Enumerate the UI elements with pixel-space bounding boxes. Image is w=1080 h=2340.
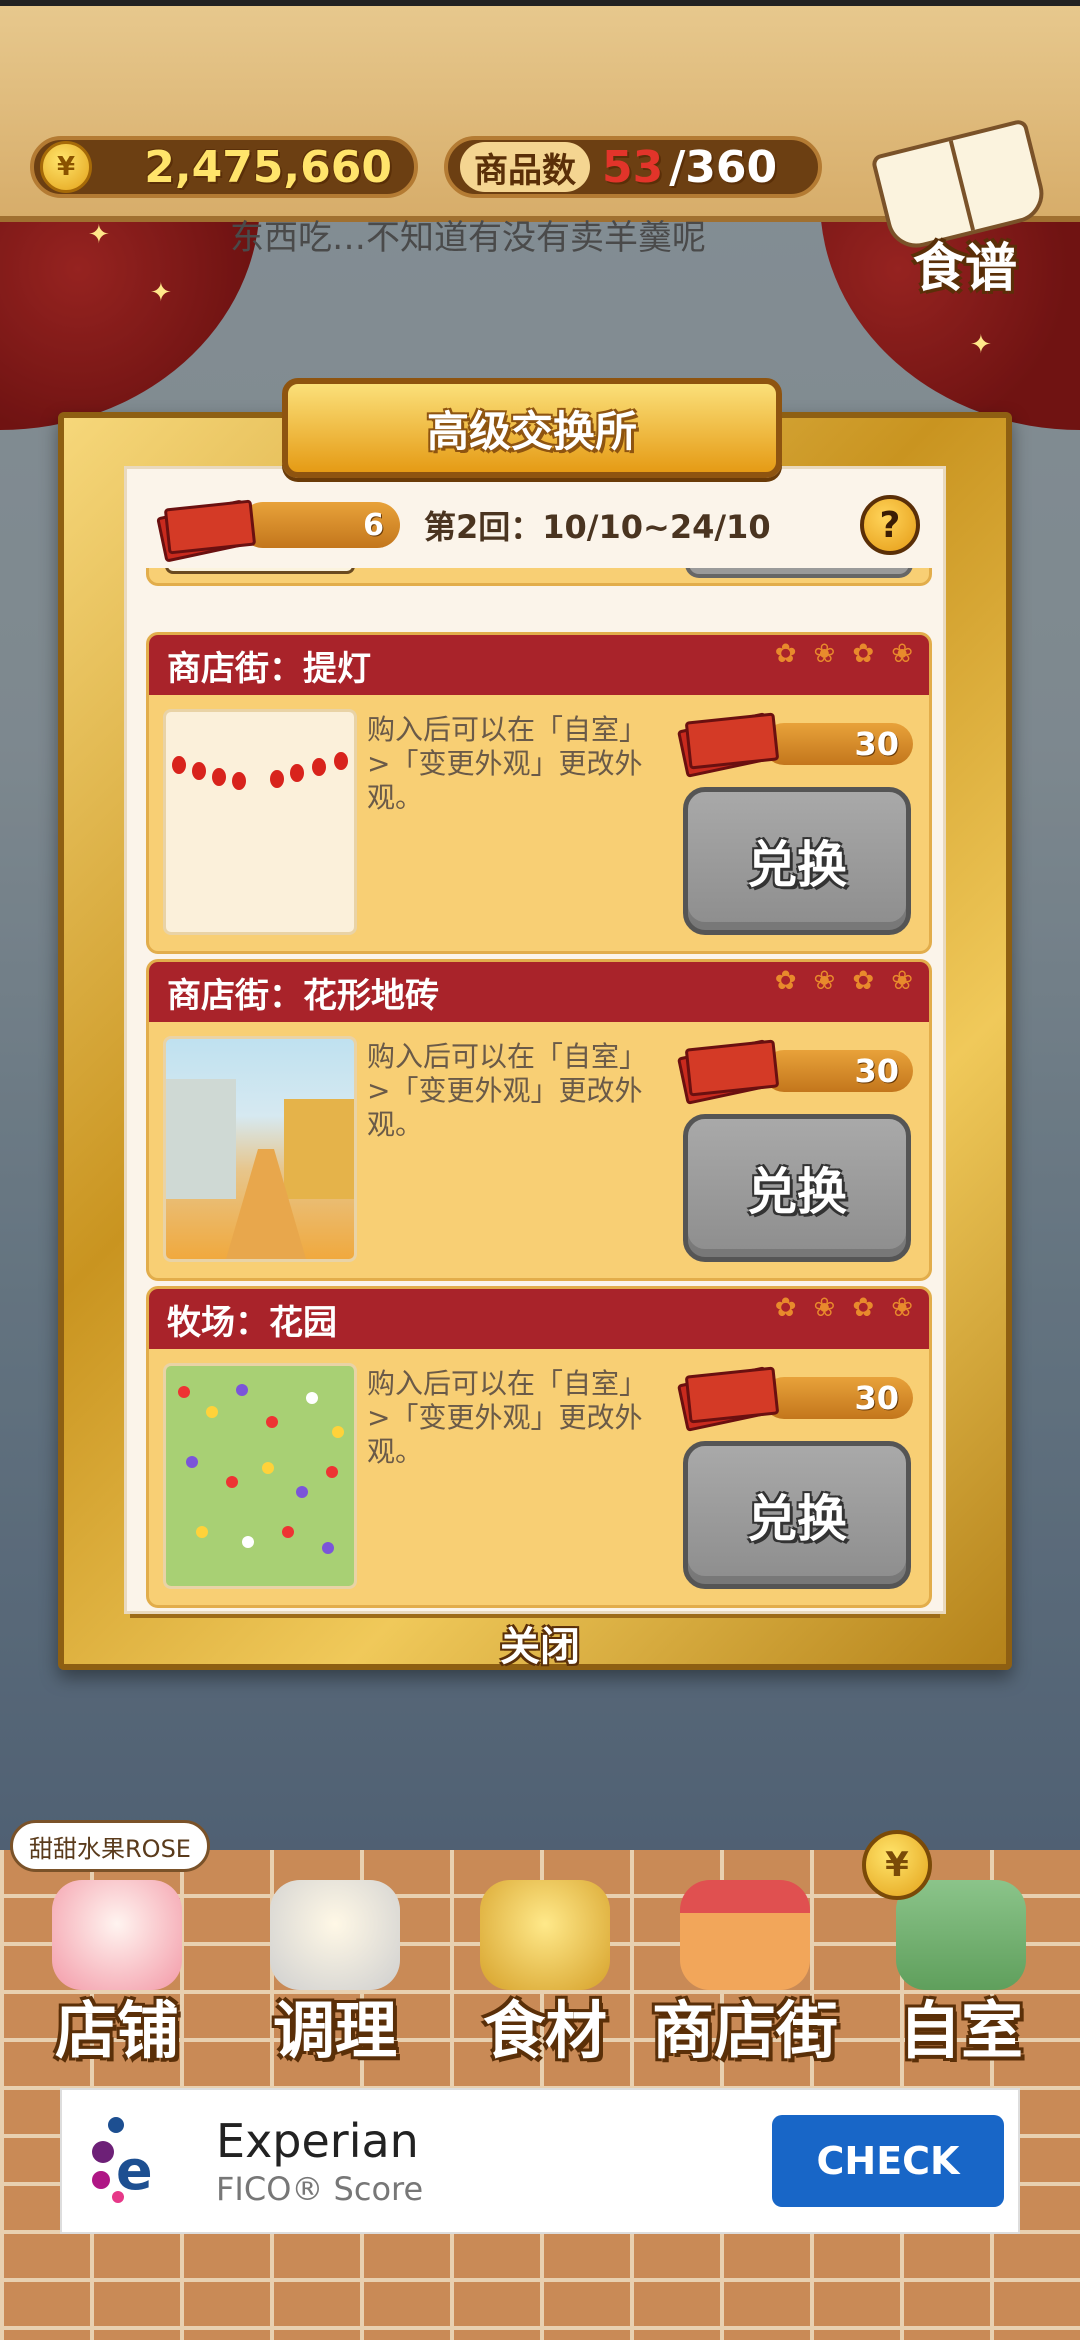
list-item-partial: [146, 568, 932, 586]
close-button[interactable]: 关闭: [460, 1614, 620, 1670]
sparkle-icon: ✦: [150, 278, 172, 308]
item-image: [165, 568, 355, 574]
nav-label: 商店街: [651, 1994, 838, 2067]
goods-counter: 商品数 53 /360: [444, 136, 822, 198]
nav-cooking[interactable]: 调理: [230, 1880, 440, 2070]
item-title: 牧场：花园: [167, 1302, 337, 1343]
exchange-info-row: 6 第2回：10/10~24/10 ?: [160, 490, 920, 560]
price-value: 30: [763, 1050, 913, 1092]
garden-image: [163, 1363, 357, 1589]
storefront-icon: [680, 1880, 810, 1990]
nav-shopping-street[interactable]: 商店街: [640, 1880, 850, 2070]
item-description: 购入后可以在「自室」>「变更外观」更改外观。: [367, 1367, 648, 1468]
ticket-icon: [681, 1038, 771, 1094]
exchange-item-list[interactable]: 商店街：提灯 ✿ ❀ ✿ ❀ 购入后可以在「自室」>「变更外观」更改外观。 30…: [146, 568, 932, 1608]
recipe-button[interactable]: 食谱: [870, 118, 1060, 299]
lantern-image: [163, 709, 357, 935]
item-title-bar: 商店街：花形地砖 ✿ ❀ ✿ ❀: [149, 962, 929, 1022]
price-value: 30: [763, 1377, 913, 1419]
sparkle-icon: ✦: [970, 330, 992, 360]
goods-count: 53: [602, 141, 664, 193]
price-value: 30: [763, 723, 913, 765]
tickets-owned: 6: [240, 502, 400, 548]
lantern-string-icon: [166, 752, 354, 792]
coin-counter: ¥ 2,475,660: [30, 136, 418, 198]
round-period: 第2回：10/10~24/10: [424, 508, 771, 546]
nav-label: 自室: [898, 1994, 1023, 2067]
sparkle-icon: ✦: [88, 220, 110, 250]
item-description: 购入后可以在「自室」>「变更外观」更改外观。: [367, 1040, 648, 1141]
ticket-icon: [681, 711, 771, 767]
yen-coin-icon: ¥: [40, 141, 92, 193]
staff-door-icon: [896, 1880, 1026, 1990]
rose-decoration-icon: ✿ ❀ ✿ ❀: [774, 966, 917, 996]
item-price: 30: [681, 1373, 913, 1419]
recipe-label: 食谱: [912, 239, 1017, 299]
ad-cta-button[interactable]: CHECK: [772, 2115, 1004, 2207]
exchange-button[interactable]: 兑换: [683, 1441, 911, 1589]
item-price: 30: [681, 1046, 913, 1092]
ad-text: Experian FICO® Score: [216, 2114, 423, 2208]
rose-decoration-icon: ✿ ❀ ✿ ❀: [774, 639, 917, 669]
nav-label: 调理: [272, 1994, 397, 2067]
item-title: 商店街：提灯: [167, 648, 371, 689]
rose-decoration-icon: ✿ ❀ ✿ ❀: [774, 1293, 917, 1323]
item-title: 商店街：花形地砖: [167, 975, 439, 1016]
flour-bag-icon: [480, 1880, 610, 1990]
exchange-button[interactable]: 兑换: [683, 1114, 911, 1262]
experian-logo-icon: e: [86, 2111, 186, 2211]
item-price: 30: [681, 719, 913, 765]
coin-value: 2,475,660: [144, 141, 392, 193]
ticket-icon: [160, 500, 250, 550]
ad-subtitle: FICO® Score: [216, 2170, 424, 2208]
goods-total: /360: [669, 141, 778, 193]
list-item: 牧场：花园 ✿ ❀ ✿ ❀ 购入后可以在「自室」>「变更外观」更改外观。 30 …: [146, 1286, 932, 1608]
nav-my-room[interactable]: 自室: [856, 1880, 1066, 2070]
exchange-button[interactable]: [685, 568, 913, 578]
ad-title: Experian: [216, 2114, 419, 2168]
modal-title-banner: 高级交换所: [282, 378, 782, 478]
shop-name-badge: 甜甜水果ROSE: [10, 1820, 210, 1872]
cake-icon: [52, 1880, 182, 1990]
nav-label: 店铺: [54, 1994, 179, 2067]
scrolling-message: 东西吃…不知道有没有卖羊羹呢: [230, 218, 706, 258]
list-item: 商店街：提灯 ✿ ❀ ✿ ❀ 购入后可以在「自室」>「变更外观」更改外观。 30…: [146, 632, 932, 954]
street-image: [163, 1036, 357, 1262]
item-description: 购入后可以在「自室」>「变更外观」更改外观。: [367, 713, 648, 814]
yen-coin-icon: ¥: [862, 1830, 932, 1900]
ad-banner[interactable]: e Experian FICO® Score CHECK: [60, 2088, 1020, 2234]
nav-ingredients[interactable]: 食材: [440, 1880, 650, 2070]
help-button[interactable]: ?: [860, 495, 920, 555]
modal-title: 高级交换所: [426, 406, 637, 456]
nav-shop[interactable]: 店铺: [12, 1880, 222, 2070]
nav-label: 食材: [482, 1994, 607, 2067]
item-title-bar: 牧场：花园 ✿ ❀ ✿ ❀: [149, 1289, 929, 1349]
ticket-icon: [681, 1365, 771, 1421]
list-item: 商店街：花形地砖 ✿ ❀ ✿ ❀ 购入后可以在「自室」>「变更外观」更改外观。 …: [146, 959, 932, 1281]
mixing-bowl-icon: [270, 1880, 400, 1990]
exchange-button[interactable]: 兑换: [683, 787, 911, 935]
item-title-bar: 商店街：提灯 ✿ ❀ ✿ ❀: [149, 635, 929, 695]
goods-label: 商品数: [460, 142, 590, 192]
